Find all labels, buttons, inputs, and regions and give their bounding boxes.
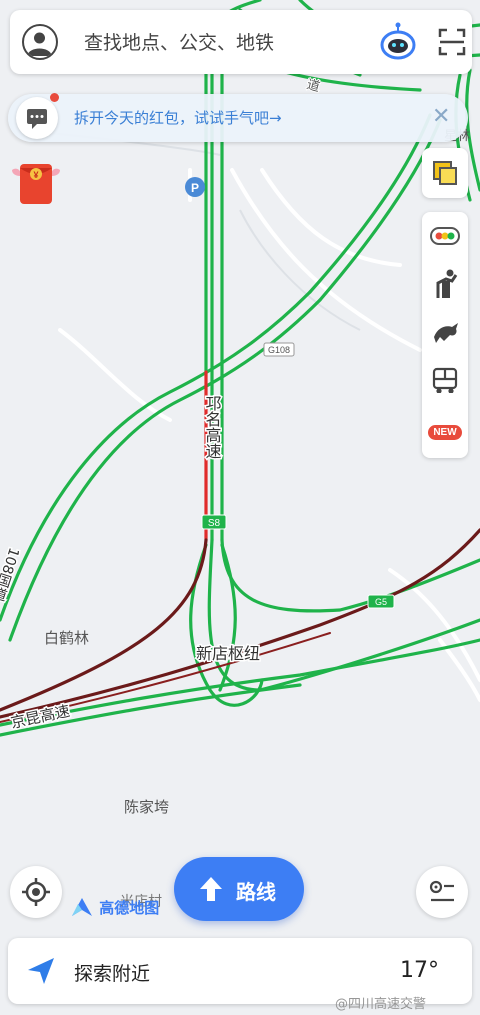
- red-packet-icon[interactable]: ¥: [10, 158, 62, 206]
- horse-icon[interactable]: [422, 308, 468, 356]
- svg-text:P: P: [191, 181, 199, 195]
- hub-label: 新店枢纽: [196, 644, 260, 663]
- layers-icon[interactable]: [422, 149, 468, 197]
- locate-icon: [22, 878, 50, 906]
- arrow-up-icon: [200, 877, 222, 901]
- assistant-robot-icon[interactable]: [378, 22, 418, 62]
- road-label-qionming: 邛名高速: [203, 395, 222, 459]
- promo-text[interactable]: 拆开今天的红包，试试手气吧→: [74, 107, 282, 128]
- route-button-label: 路线: [236, 880, 276, 904]
- svg-text:G5: G5: [375, 597, 387, 607]
- send-arrow-icon: [28, 958, 54, 984]
- place-label-baihelin: 白鹤林: [44, 629, 89, 647]
- amap-logo-text: 高德地图: [99, 899, 160, 917]
- map-layers-button[interactable]: [422, 148, 468, 198]
- locate-button[interactable]: [10, 866, 62, 918]
- traffic-light-icon[interactable]: [422, 212, 468, 260]
- svg-text:G108: G108: [268, 345, 290, 355]
- notification-dot: [50, 93, 59, 102]
- watermark: @四川高速交警: [335, 997, 427, 1012]
- place-label-chenjiawan: 陈家垮: [124, 798, 169, 816]
- amap-logo-icon: [72, 898, 92, 916]
- close-icon[interactable]: ✕: [432, 104, 450, 129]
- map-tools-panel: NEW: [422, 212, 468, 458]
- avatar-icon[interactable]: [22, 24, 58, 60]
- poi-list-button[interactable]: [416, 866, 468, 918]
- walking-person-icon[interactable]: [422, 260, 468, 308]
- parking-icon[interactable]: P: [185, 177, 205, 197]
- temperature: 17°: [400, 958, 439, 983]
- search-bar[interactable]: 查找地点、公交、地铁: [10, 10, 472, 74]
- shield-g5: G5: [367, 594, 395, 609]
- promo-banner[interactable]: 拆开今天的红包，试试手气吧→ ✕: [8, 94, 468, 142]
- new-feature-button[interactable]: NEW: [422, 408, 468, 456]
- new-badge: NEW: [428, 424, 462, 440]
- search-input[interactable]: 查找地点、公交、地铁: [84, 28, 274, 55]
- route-button[interactable]: 路线: [174, 857, 304, 921]
- amap-logo: 高德地图: [70, 896, 159, 918]
- shield-g108: G108: [263, 342, 295, 357]
- bus-icon[interactable]: [422, 356, 468, 404]
- scan-icon[interactable]: [438, 28, 466, 56]
- svg-text:¥: ¥: [33, 170, 38, 180]
- shield-s8: S8: [201, 514, 227, 530]
- message-icon: [16, 97, 58, 139]
- list-icon: [429, 880, 454, 902]
- explore-nearby-label: 探索附近: [74, 963, 151, 985]
- svg-text:S8: S8: [208, 518, 221, 529]
